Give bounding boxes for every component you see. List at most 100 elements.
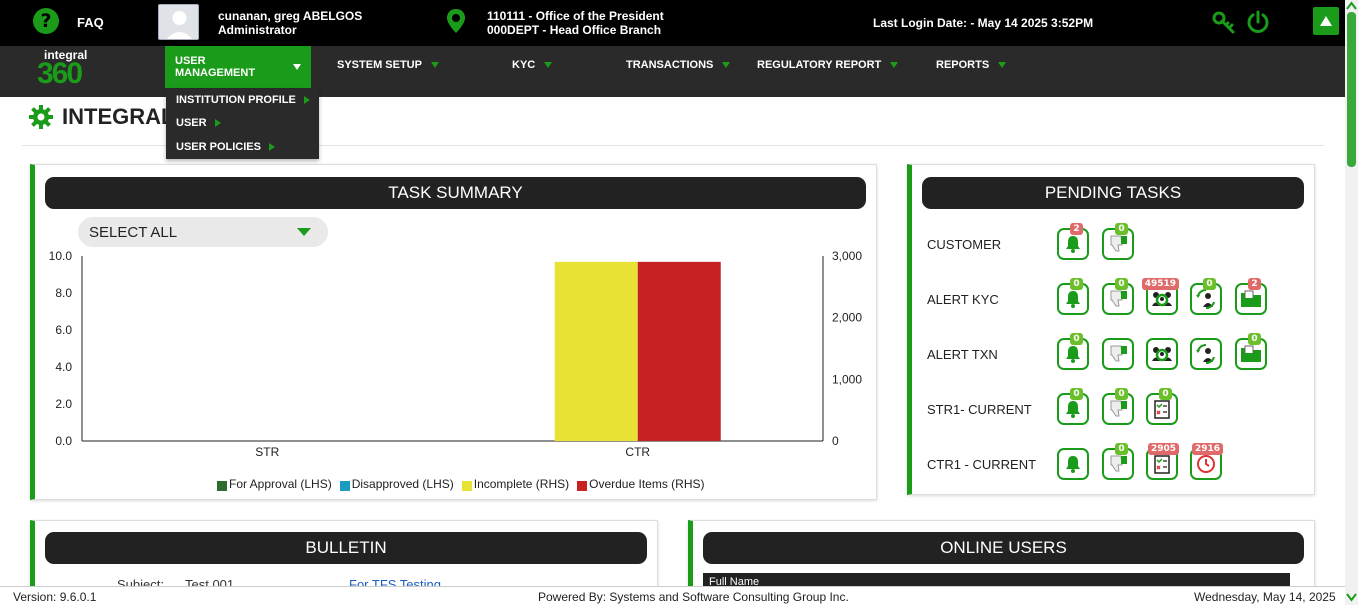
investigate-task-button[interactable]: 49519 (1141, 278, 1179, 315)
bell-task-button[interactable]: 0 (1057, 388, 1089, 425)
nav-label: REPORTS (936, 59, 990, 71)
bell-icon (1063, 234, 1083, 254)
bell-task-button[interactable] (1057, 448, 1089, 480)
integral-logo[interactable]: integral 360 (37, 48, 105, 96)
nav-system-setup[interactable]: SYSTEM SETUP (327, 46, 449, 84)
reassign-task-button[interactable]: 0 (1190, 278, 1222, 315)
y-tick-label-left: 10.0 (49, 249, 73, 263)
pending-row-label: CUSTOMER (927, 237, 1002, 252)
count-badge: 0 (1070, 388, 1083, 400)
y-tick-label-left: 0.0 (55, 434, 72, 448)
investigate-task-button[interactable] (1146, 338, 1178, 370)
thumbs-down-task-button[interactable]: 0 (1102, 388, 1134, 425)
thumbs-down-task-button[interactable]: 0 (1102, 443, 1134, 480)
x-tick-label: CTR (625, 445, 650, 459)
page-scrollbar[interactable] (1345, 0, 1358, 605)
thumbs-down-task-button[interactable]: 0 (1102, 223, 1134, 260)
legend-item[interactable]: Incomplete (RHS) (461, 477, 569, 491)
key-icon[interactable] (1212, 11, 1236, 40)
scroll-down-icon[interactable] (1345, 592, 1358, 602)
count-badge: 0 (1159, 388, 1172, 400)
legend-item[interactable]: Disapproved (LHS) (339, 477, 454, 491)
pending-row-label: ALERT KYC (927, 292, 999, 307)
avatar[interactable] (158, 4, 199, 40)
chevron-down-icon (430, 62, 439, 68)
faq-link[interactable]: FAQ (77, 15, 104, 30)
bell-icon (1063, 399, 1083, 419)
series-select[interactable]: SELECT ALL (78, 217, 328, 247)
nav-label: SYSTEM SETUP (337, 59, 422, 71)
nav-user-management[interactable]: USER MANAGEMENT (165, 46, 311, 88)
chevron-down-icon (890, 62, 899, 68)
chevron-right-icon (303, 96, 310, 104)
count-badge: 2 (1248, 278, 1261, 290)
thumbs-down-task-button[interactable] (1102, 338, 1134, 370)
legend-label: Disapproved (LHS) (351, 477, 454, 491)
office-line2: 000DEPT - Head Office Branch (487, 23, 662, 37)
nav-regulatory-report[interactable]: REGULATORY REPORT (747, 46, 908, 84)
bell-task-button[interactable]: 2 (1057, 223, 1089, 260)
powered-by-text: Powered By: Systems and Software Consult… (538, 590, 849, 604)
bell-task-button[interactable]: 0 (1057, 278, 1089, 315)
folder-icon (1239, 343, 1263, 365)
thumbs-down-task-button[interactable]: 0 (1102, 278, 1134, 315)
count-badge: 0 (1070, 333, 1083, 345)
help-icon[interactable]: ? (33, 8, 59, 34)
menu-item-label: INSTITUTION PROFILE (176, 94, 296, 106)
chevron-down-icon (722, 62, 731, 68)
bar-ctr-incomplete (554, 261, 638, 441)
checklist-task-button[interactable]: 2905 (1146, 443, 1179, 480)
chevron-right-icon (268, 143, 275, 151)
checklist-task-button[interactable]: 0 (1146, 388, 1178, 425)
arrow-up-icon (1320, 16, 1332, 26)
nav-label: USER MANAGEMENT (175, 55, 256, 79)
investigate-icon (1151, 288, 1173, 310)
clock-task-button[interactable]: 2916 (1190, 443, 1223, 480)
power-icon[interactable] (1246, 10, 1270, 39)
nav-transactions[interactable]: TRANSACTIONS (616, 46, 740, 84)
chevron-right-icon (214, 119, 221, 127)
menu-item-institution-profile[interactable]: INSTITUTION PROFILE (176, 94, 310, 106)
legend-swatch (577, 480, 588, 491)
bulletin-header: BULLETIN (45, 532, 647, 564)
user-role: Administrator (218, 23, 297, 37)
nav-label: KYC (512, 59, 536, 71)
bell-task-button[interactable]: 0 (1057, 333, 1089, 370)
y-tick-label-left: 4.0 (55, 360, 72, 374)
thumbs-down-icon (1107, 343, 1129, 365)
legend-swatch (461, 480, 472, 491)
y-tick-label-left: 6.0 (55, 323, 72, 337)
count-badge: 49519 (1141, 278, 1179, 290)
nav-kyc[interactable]: KYC (502, 46, 562, 84)
x-tick-label: STR (255, 445, 279, 459)
folder-task-button[interactable]: 2 (1235, 278, 1267, 315)
count-badge: 0 (1115, 388, 1128, 400)
pending-tasks-panel (907, 164, 1315, 495)
legend-label: Overdue Items (RHS) (589, 477, 705, 491)
nav-reports[interactable]: REPORTS (926, 46, 1016, 84)
task-summary-chart: 0.0 2.0 4.0 6.0 8.0 10.0 0 1,000 2,000 3,000 STR CT… (49, 249, 863, 459)
y-tick-label-right: 2,000 (832, 311, 862, 325)
checklist-icon (1151, 398, 1173, 420)
office-info: 110111 - Office of the President 000DEPT… (487, 9, 664, 37)
count-badge: 0 (1203, 278, 1216, 290)
count-badge: 0 (1115, 443, 1128, 455)
y-tick-label-left: 8.0 (55, 286, 72, 300)
pending-row-label: CTR1 - CURRENT (927, 457, 1037, 472)
legend-item[interactable]: For Approval (LHS) (217, 477, 332, 491)
task-summary-header: TASK SUMMARY (45, 177, 866, 209)
legend-item[interactable]: Overdue Items (RHS) (577, 477, 704, 491)
menu-item-user[interactable]: USER (176, 117, 221, 129)
menu-item-user-policies[interactable]: USER POLICIES (176, 141, 275, 153)
folder-task-button[interactable]: 0 (1235, 333, 1267, 370)
y-tick-label-right: 3,000 (832, 249, 862, 263)
bell-icon (1063, 344, 1083, 364)
count-badge: 0 (1070, 278, 1083, 290)
scrollbar-thumb[interactable] (1347, 12, 1356, 167)
reassign-task-button[interactable] (1190, 338, 1222, 370)
user-management-dropdown: INSTITUTION PROFILE USER USER POLICIES (166, 89, 319, 159)
scroll-up-icon[interactable] (1345, 1, 1358, 11)
scroll-top-button[interactable] (1313, 7, 1339, 35)
reassign-icon (1195, 288, 1217, 310)
chevron-down-icon (998, 62, 1007, 68)
